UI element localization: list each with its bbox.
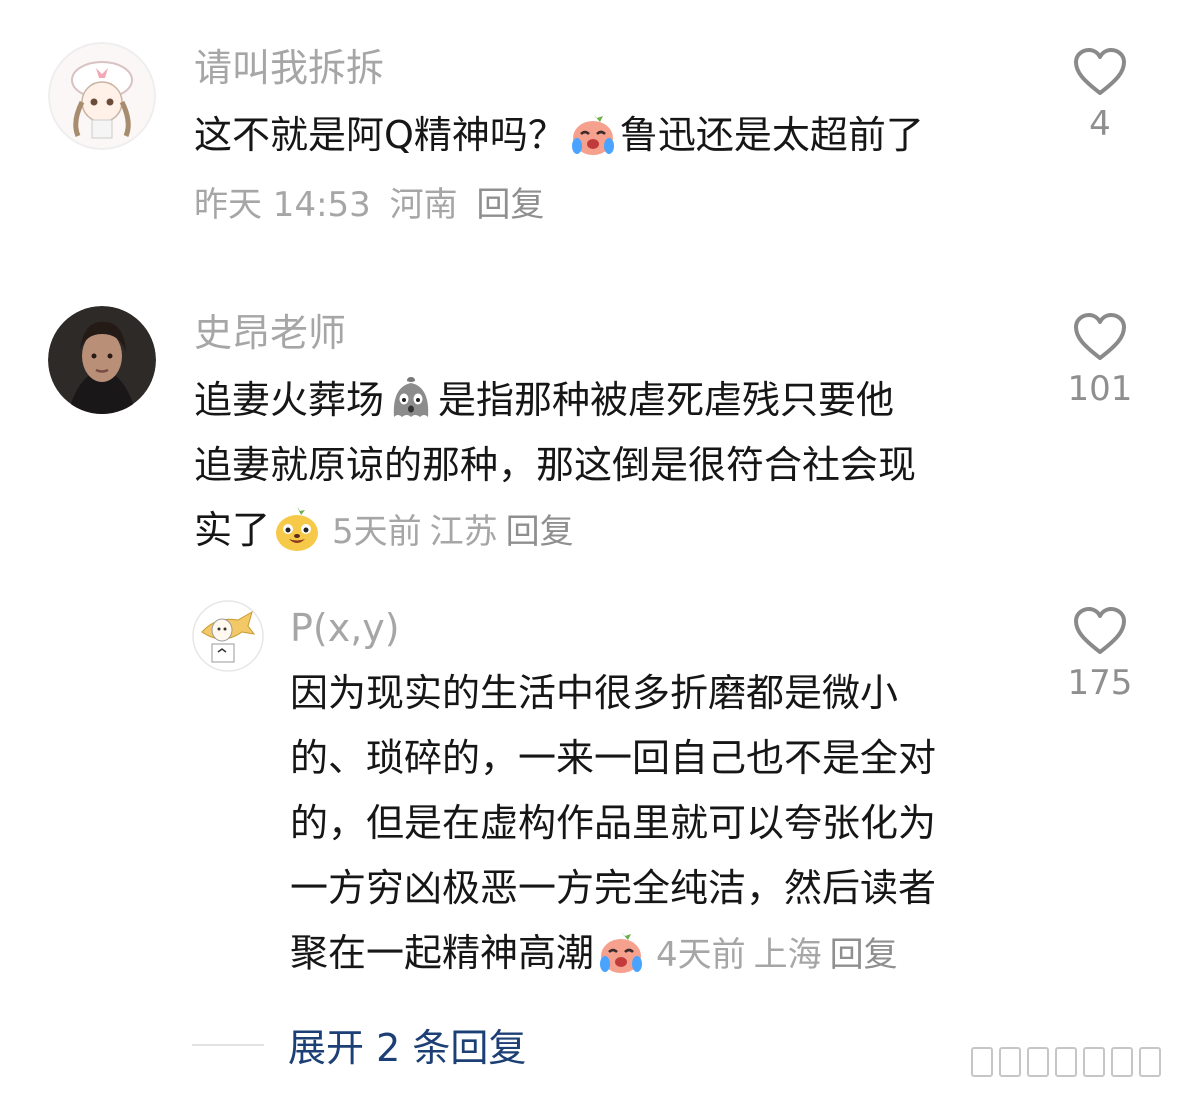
comment-text-segment: 追妻就原谅的那种，那这倒是很符合社会现 xyxy=(194,443,917,487)
username[interactable]: 史昂老师 xyxy=(194,311,346,355)
comment-text-segment: 聚在一起精神高潮 xyxy=(290,931,595,975)
location: 江苏 xyxy=(429,512,498,552)
watermark-mark xyxy=(999,1047,1021,1077)
comment-text-segment: 追妻火葬场 xyxy=(194,378,385,422)
comment-text: 因为现实的生活中很多折磨都是微小 的、琐碎的，一来一回自己也不是全对 的，但是在… xyxy=(290,661,936,986)
grinning-dog-emoji-icon xyxy=(276,506,319,551)
reply-button[interactable]: 回复 xyxy=(506,512,574,552)
watermark-mark xyxy=(1139,1047,1161,1077)
watermark-mark xyxy=(1111,1047,1133,1077)
watermark-mark xyxy=(1027,1047,1049,1077)
avatar[interactable] xyxy=(192,600,264,672)
like-button[interactable]: 4 xyxy=(1065,48,1135,144)
location: 河南 xyxy=(389,185,458,225)
like-count: 101 xyxy=(1067,369,1133,409)
comment-meta: 5天前 江苏 回复 xyxy=(332,512,582,552)
reply-button[interactable]: 回复 xyxy=(830,935,898,975)
heart-icon xyxy=(1074,48,1126,95)
avatar[interactable] xyxy=(48,306,156,414)
comment-text-segment: 一方穷凶极恶一方完全纯洁，然后读者 xyxy=(290,866,937,910)
like-button[interactable]: 101 xyxy=(1065,313,1135,409)
comment-text-segment: 的，但是在虚构作品里就可以夸张化为 xyxy=(290,801,937,845)
comment-text-segment: 鲁迅还是太超前了 xyxy=(619,113,924,157)
comment-text: 追妻火葬场 是指那种被虐死虐残只要他 追妻就原谅的那种，那这倒是很符合社会现 实了… xyxy=(194,368,916,563)
watermark-logo xyxy=(971,1046,1171,1078)
comment-text: 这不就是阿Q精神吗？ 鲁迅还是太超前了 xyxy=(194,103,924,168)
timestamp: 昨天 14:53 xyxy=(194,185,371,225)
watermark-mark xyxy=(1083,1047,1105,1077)
comment-text-segment: 实了 xyxy=(194,508,271,552)
timestamp: 4天前 xyxy=(656,935,746,975)
reply-button[interactable]: 回复 xyxy=(476,185,544,225)
crying-face-emoji-icon xyxy=(600,932,643,973)
divider xyxy=(192,1043,264,1046)
username[interactable]: P(x,y) xyxy=(290,606,400,650)
expand-replies-button[interactable]: 展开 2 条回复 xyxy=(192,1017,526,1072)
like-count: 4 xyxy=(1089,104,1111,144)
comment-text-segment: 因为现实的生活中很多折磨都是微小 xyxy=(290,671,899,715)
like-count: 175 xyxy=(1067,663,1133,703)
watermark-mark xyxy=(971,1047,993,1077)
comment-meta: 昨天 14:53 河南 回复 xyxy=(194,185,552,225)
location: 上海 xyxy=(753,935,822,975)
avatar[interactable] xyxy=(48,42,156,150)
ghost-face-emoji-icon xyxy=(393,377,429,417)
comment-text-segment: 的、琐碎的，一来一回自己也不是全对 xyxy=(290,736,937,780)
watermark-mark xyxy=(1055,1047,1077,1077)
comment-text-segment: 是指那种被虐死虐残只要他 xyxy=(438,378,895,422)
timestamp: 5天前 xyxy=(332,512,422,552)
heart-icon xyxy=(1074,607,1126,654)
heart-icon xyxy=(1074,313,1126,360)
username[interactable]: 请叫我拆拆 xyxy=(194,46,384,90)
expand-replies-label: 展开 2 条回复 xyxy=(288,1026,527,1070)
crying-face-emoji-icon xyxy=(571,114,614,155)
like-button[interactable]: 175 xyxy=(1065,607,1135,703)
comment-meta: 4天前 上海 回复 xyxy=(656,935,906,975)
comment-text-segment: 这不就是阿Q精神吗？ xyxy=(194,113,566,157)
